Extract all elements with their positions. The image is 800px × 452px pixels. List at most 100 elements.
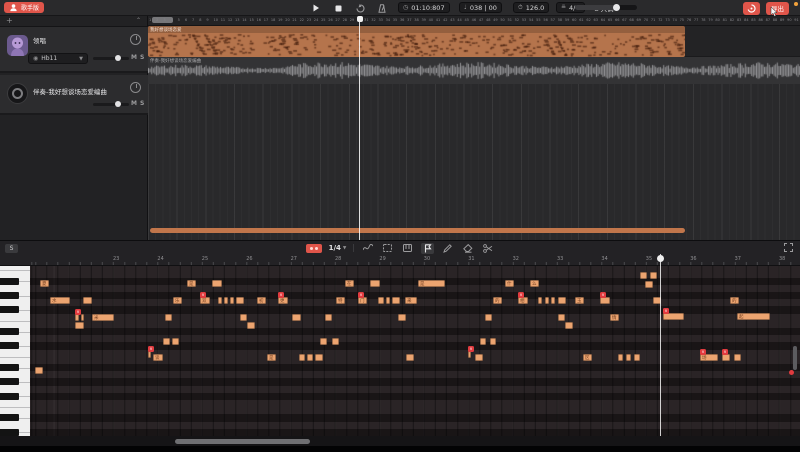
midi-note[interactable]: 乐 [173, 297, 182, 304]
midi-note[interactable] [634, 354, 640, 361]
add-track-button[interactable]: + [6, 16, 13, 25]
midi-note[interactable] [224, 297, 228, 304]
master-volume-slider[interactable] [575, 5, 637, 10]
midi-note[interactable]: v [722, 354, 730, 361]
velocity-toggle[interactable] [306, 244, 322, 253]
midi-note[interactable] [490, 338, 496, 345]
midi-note[interactable] [480, 338, 486, 345]
track-gain-knob[interactable] [130, 34, 141, 45]
track-volume-knob[interactable] [115, 101, 121, 107]
note-marker-badge[interactable]: v [278, 292, 284, 298]
midi-note[interactable] [83, 297, 92, 304]
midi-note[interactable]: v [468, 351, 471, 358]
black-key[interactable] [0, 393, 19, 400]
midi-note[interactable] [163, 338, 170, 345]
black-key[interactable] [0, 342, 19, 349]
bpm-display[interactable]: ⏱ 126.0 [513, 2, 549, 13]
midi-note[interactable]: 玉 [575, 297, 584, 304]
midi-note[interactable]: 在 [345, 280, 354, 287]
midi-region[interactable]: 我好想谈场恋爱 [148, 26, 685, 57]
midi-note[interactable] [398, 314, 406, 321]
midi-note[interactable]: 是 [187, 280, 196, 287]
note-marker-badge[interactable]: v [600, 292, 606, 298]
scissors-tool[interactable] [481, 243, 494, 254]
midi-note[interactable] [325, 314, 332, 321]
midi-note[interactable] [626, 354, 631, 361]
midi-note[interactable]: 更v [278, 297, 288, 304]
black-key[interactable] [0, 328, 19, 335]
midi-note[interactable]: 双v [200, 297, 210, 304]
note-marker-badge[interactable]: v [75, 309, 81, 315]
eraser-tool[interactable] [461, 243, 474, 254]
track-volume-slider[interactable] [93, 103, 129, 106]
piano-keys[interactable]: C4 [0, 266, 30, 436]
midi-note[interactable] [485, 314, 492, 321]
volume-knob[interactable] [613, 4, 620, 11]
midi-note[interactable] [75, 322, 84, 329]
midi-note[interactable] [299, 354, 305, 361]
loop-button[interactable] [354, 3, 366, 13]
midi-note[interactable] [551, 297, 555, 304]
midi-note[interactable]: 来 [405, 297, 417, 304]
midi-note[interactable] [538, 297, 542, 304]
midi-note[interactable] [378, 297, 384, 304]
midi-note[interactable]: v [148, 351, 151, 358]
expand-pianoroll-button[interactable] [784, 243, 793, 252]
pianoroll-ruler[interactable]: 23242526272829303132333435363738 [0, 254, 800, 266]
pianoroll-vscrollbar[interactable] [793, 346, 797, 370]
midi-note[interactable]: v [663, 313, 684, 320]
midi-note[interactable] [307, 354, 313, 361]
track-row-vocal[interactable]: 领唱 ◉ Hb11 ▼ M S [0, 27, 148, 73]
midi-note[interactable]: 米 [92, 314, 114, 321]
midi-note[interactable] [35, 367, 43, 374]
singer-avatar[interactable] [7, 35, 28, 56]
midi-note[interactable] [558, 297, 566, 304]
select-tool[interactable] [421, 243, 434, 254]
midi-note[interactable] [545, 297, 549, 304]
playhead-handle[interactable] [357, 16, 363, 22]
midi-note[interactable]: 初 [257, 297, 266, 304]
midi-note[interactable] [332, 338, 339, 345]
note-marker-badge[interactable]: v [722, 349, 728, 355]
midi-note[interactable]: 门v [358, 297, 367, 304]
black-key[interactable] [0, 278, 19, 285]
midi-note[interactable]: 是 [418, 280, 445, 287]
solo-button[interactable]: S [140, 54, 144, 61]
midi-note[interactable]: 相v [518, 297, 528, 304]
beat-display[interactable]: ♩ 038 | 00 [459, 2, 502, 13]
track-volume-slider[interactable] [93, 57, 129, 60]
play-button[interactable] [310, 3, 322, 13]
playhead[interactable] [359, 16, 360, 240]
midi-note[interactable] [475, 354, 483, 361]
ai-assistant-button[interactable] [743, 2, 760, 15]
midi-note[interactable] [734, 354, 741, 361]
black-key[interactable] [0, 292, 19, 299]
midi-note[interactable] [392, 297, 400, 304]
metronome-button[interactable] [376, 3, 388, 13]
midi-note[interactable] [320, 338, 327, 345]
collapse-panel-button[interactable]: ⌃ [136, 17, 141, 24]
track-name[interactable]: 领唱 [33, 35, 46, 45]
midi-note[interactable] [212, 280, 222, 287]
midi-note[interactable] [386, 297, 390, 304]
midi-note[interactable] [81, 314, 84, 321]
time-display[interactable]: ◷ 01:10:807 [398, 2, 450, 13]
midi-note[interactable] [650, 272, 657, 279]
track-gain-knob[interactable] [130, 82, 141, 93]
midi-note[interactable]: 是 [267, 354, 276, 361]
midi-note[interactable] [240, 314, 247, 321]
midi-note[interactable] [315, 354, 323, 361]
track-name[interactable]: 伴奏-我好想谈场恋爱编曲 [33, 86, 107, 96]
solo-button[interactable]: S [140, 100, 144, 107]
midi-note[interactable] [165, 314, 172, 321]
pencil-tool[interactable] [441, 243, 454, 254]
midi-note[interactable] [236, 297, 244, 304]
mute-button[interactable]: M [131, 100, 137, 107]
note-marker-badge[interactable]: v [663, 308, 669, 314]
midi-note[interactable]: v [600, 297, 610, 304]
midi-note[interactable] [230, 297, 234, 304]
midi-note[interactable] [247, 322, 255, 329]
track-row-accompaniment[interactable]: 伴奏-我好想谈场恋爱编曲 M S [0, 75, 148, 115]
midi-note[interactable]: 场v [700, 354, 718, 361]
midi-note[interactable] [218, 297, 222, 304]
